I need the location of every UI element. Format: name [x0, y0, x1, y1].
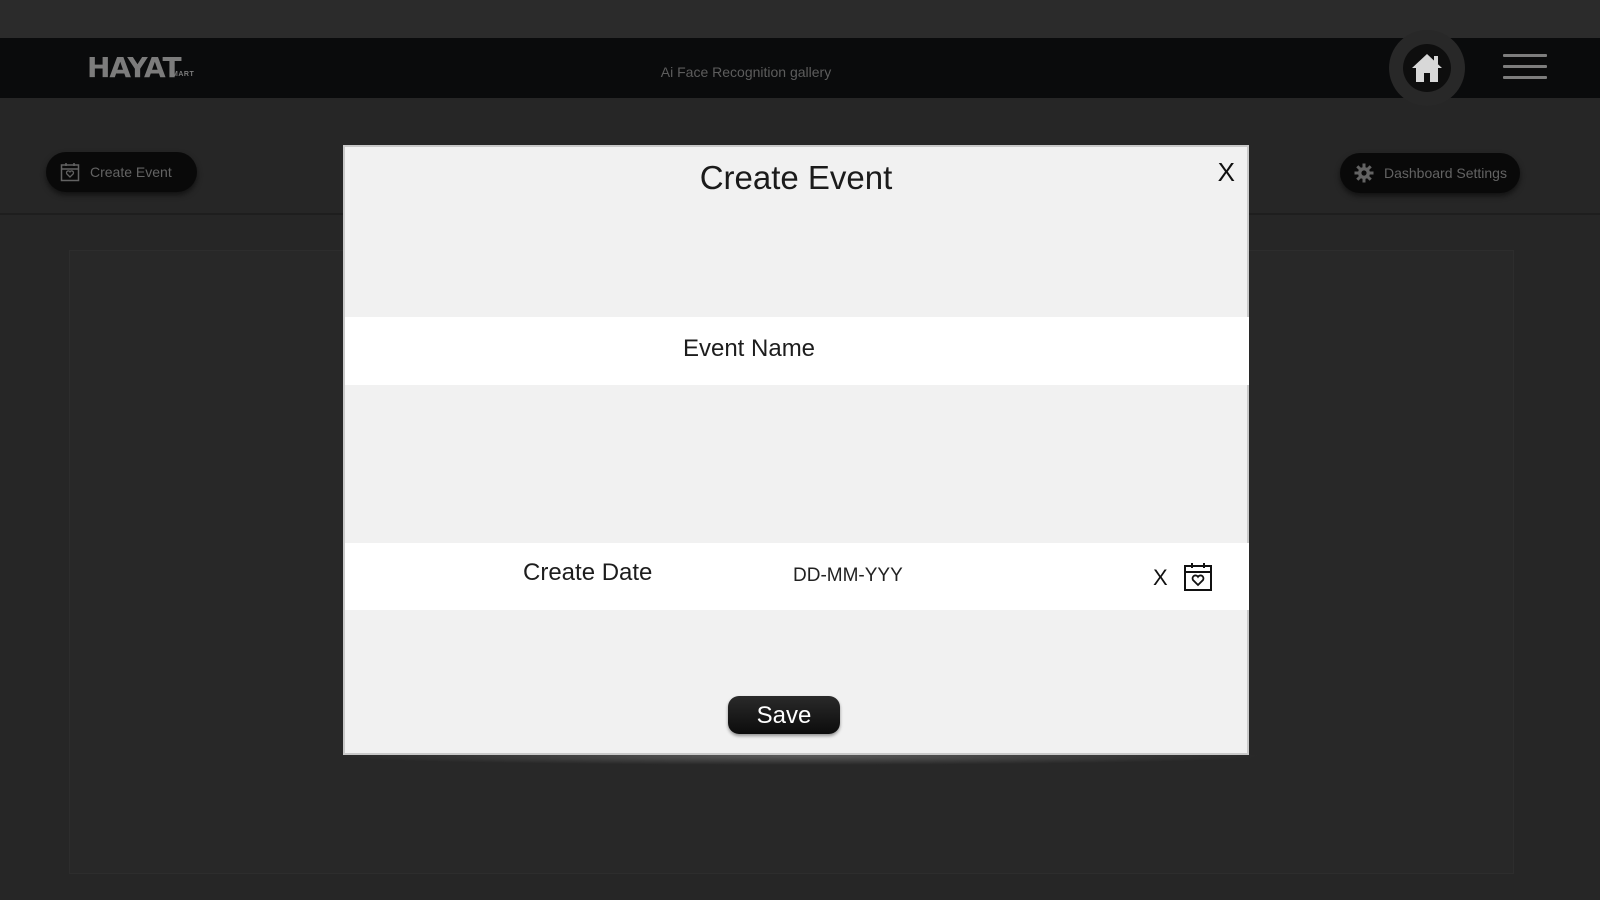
event-name-field[interactable]: Event Name: [345, 335, 1153, 363]
create-date-label: Create Date: [523, 559, 653, 586]
date-clear-button[interactable]: X: [1153, 565, 1168, 591]
dashboard-settings-label: Dashboard Settings: [1384, 165, 1507, 181]
calendar-heart-icon[interactable]: [1183, 562, 1213, 592]
modal-title: Create Event: [699, 159, 893, 196]
navbar: HAYAT Ai Face Recognition gallery: [0, 38, 1600, 98]
home-icon: [1412, 54, 1442, 82]
top-strip: [0, 0, 1600, 38]
brand-logo[interactable]: HAYAT: [87, 52, 182, 84]
save-button[interactable]: Save: [728, 696, 840, 734]
event-name-row[interactable]: Event Name: [345, 317, 1249, 385]
create-date-row: Create Date X: [345, 543, 1249, 610]
create-event-label: Create Event: [90, 164, 172, 180]
date-input[interactable]: [793, 565, 1093, 587]
brand-logo-sub: MART: [172, 71, 195, 78]
hamburger-menu-icon[interactable]: [1503, 54, 1547, 80]
gear-icon: [1354, 163, 1374, 183]
dashboard-settings-button[interactable]: Dashboard Settings: [1340, 153, 1520, 193]
calendar-icon: [60, 163, 80, 182]
home-button[interactable]: [1389, 30, 1465, 106]
create-event-modal: Create Event X Event Name Create Date X …: [343, 145, 1249, 755]
app-title: Ai Face Recognition gallery: [660, 64, 832, 80]
create-event-button[interactable]: Create Event: [46, 152, 197, 192]
modal-close-button[interactable]: X: [1218, 157, 1235, 188]
